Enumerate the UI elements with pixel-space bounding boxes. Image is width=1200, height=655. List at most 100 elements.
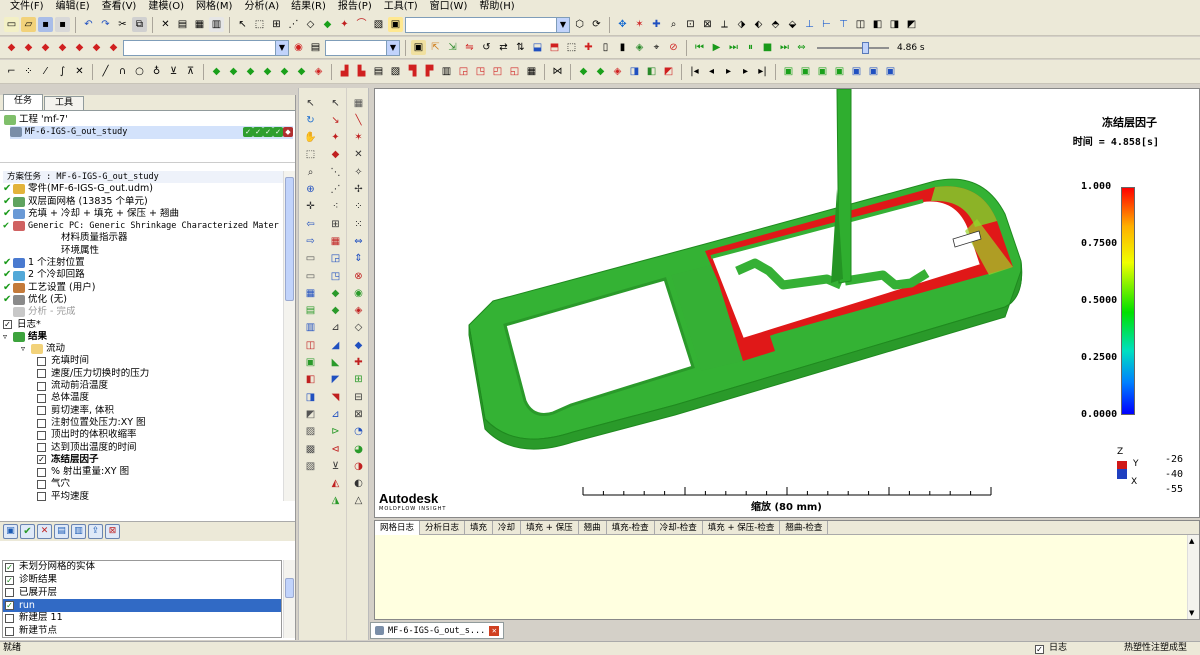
log-checkbox[interactable]: ✓ [3, 320, 12, 330]
result-item[interactable]: 总体温度 [3, 392, 284, 404]
result-item[interactable]: 充填时间 [3, 355, 284, 367]
task-analysis-sequence[interactable]: ✔ 充填 + 冷却 + 填充 + 保压 + 翘曲 [3, 208, 284, 220]
task-tree-scrollbar[interactable] [283, 171, 295, 501]
vtool3-tool-icon[interactable]: ⁘ [351, 200, 366, 215]
menu-window[interactable]: 窗口(W) [424, 0, 474, 14]
clipboard-icon[interactable]: ▥ [209, 17, 224, 32]
filter-combo[interactable]: ▼ [325, 39, 400, 56]
diag-8-icon[interactable]: ◲ [456, 64, 471, 79]
result-checkbox[interactable] [37, 480, 46, 490]
result-checkbox[interactable] [37, 418, 46, 428]
vtool2-tool-icon[interactable]: ◆ [328, 286, 343, 301]
trim-icon[interactable]: ⊼ [183, 64, 198, 79]
log-scrollbar[interactable]: ▲ ▼ [1187, 535, 1199, 619]
vtool2-tool-icon[interactable]: ◆ [328, 148, 343, 163]
vtool3-tool-icon[interactable]: ◈ [351, 304, 366, 319]
result-item[interactable]: 流动前沿温度 [3, 380, 284, 392]
red-tool-icon[interactable]: ✦ [337, 17, 352, 32]
edit-property-icon[interactable]: ▤ [308, 40, 323, 55]
menu-report[interactable]: 报告(P) [332, 0, 378, 14]
rotate-icon[interactable]: ✥ [615, 17, 630, 32]
flow-folder-row[interactable]: ▿ 流动 [3, 343, 284, 355]
layer-scroll-thumb[interactable] [285, 578, 294, 598]
vtool2-tool-icon[interactable]: ✦ [328, 131, 343, 146]
vtool3-tool-icon[interactable]: ◕ [351, 442, 366, 457]
diag-4-icon[interactable]: ▧ [388, 64, 403, 79]
vtool1-tool-icon[interactable]: ▩ [303, 442, 318, 457]
vtool1-tool-icon[interactable]: ▣ [303, 356, 318, 371]
results-row[interactable]: ▿ 结果 [3, 331, 284, 343]
view-back-icon[interactable]: ◧ [870, 17, 885, 32]
vtool1-tool-icon[interactable]: ◧ [303, 373, 318, 388]
vtool1-tool-icon[interactable]: ▤ [303, 304, 318, 319]
diag-3-icon[interactable]: ▤ [371, 64, 386, 79]
anim-loop-icon[interactable]: ⇔ [794, 40, 809, 55]
diag-2-icon[interactable]: ▙ [354, 64, 369, 79]
vtool1-tool-icon[interactable]: ⬚ [303, 148, 318, 163]
vtool1-tool-icon[interactable]: ◨ [303, 390, 318, 405]
vtool1-tool-icon[interactable]: ↻ [303, 113, 318, 128]
close-tab-icon[interactable]: ✕ [489, 625, 500, 636]
spline-icon[interactable]: ∫ [55, 64, 70, 79]
diag-7-icon[interactable]: ▥ [439, 64, 454, 79]
result-checkbox[interactable] [37, 381, 46, 391]
highlight-icon[interactable]: ▣ [388, 17, 403, 32]
layer-visibility-checkbox[interactable]: ✓ [5, 601, 14, 611]
diag-11-icon[interactable]: ◱ [507, 64, 522, 79]
zoom-icon[interactable]: ⌕ [666, 17, 681, 32]
menu-results[interactable]: 结果(R) [285, 0, 332, 14]
anim-end-icon[interactable]: ⏭ [777, 40, 792, 55]
arc-icon[interactable]: ∩ [115, 64, 130, 79]
task-tree-scroll-thumb[interactable] [285, 177, 294, 301]
project-row[interactable]: 工程 'mf-7' [4, 114, 293, 126]
task-mesh[interactable]: ✔ 双层面网格 (13835 个单元) [3, 196, 284, 208]
result-item[interactable]: 气穴 [3, 478, 284, 490]
vtool1-tool-icon[interactable]: ↖ [303, 96, 318, 111]
refresh-icon[interactable]: ⟳ [589, 17, 604, 32]
layer-list-scrollbar[interactable] [283, 560, 295, 638]
anim-pause-icon[interactable]: ⏸ [743, 40, 758, 55]
task-optimize[interactable]: ✔ 优化 (无) [3, 294, 284, 306]
select-element-icon[interactable]: ◇ [303, 17, 318, 32]
vtool2-tool-icon[interactable]: ◥ [328, 390, 343, 405]
delete-layer-icon[interactable]: ✕ [37, 524, 52, 539]
menu-analysis[interactable]: 分析(A) [238, 0, 285, 14]
layer-combo[interactable]: ▼ [405, 16, 570, 33]
vtool3-tool-icon[interactable]: ⊞ [351, 373, 366, 388]
mesh-fix-icon[interactable]: ◈ [311, 64, 326, 79]
menu-tools[interactable]: 工具(T) [378, 0, 424, 14]
vtool1-tool-icon[interactable]: ▦ [303, 286, 318, 301]
anim-next-icon[interactable]: ⏭ [726, 40, 741, 55]
mesh-node-2-icon[interactable]: ◆ [226, 64, 241, 79]
create-curve-icon[interactable]: ◆ [21, 40, 36, 55]
layer-manager-icon[interactable]: ◈ [632, 40, 647, 55]
result-checkbox[interactable] [37, 357, 46, 367]
vtool1-tool-icon[interactable]: ▥ [303, 321, 318, 336]
vtool3-tool-icon[interactable]: ╲ [351, 113, 366, 128]
assign-property-icon[interactable]: ◉ [291, 40, 306, 55]
result-checkbox[interactable]: ✓ [37, 455, 46, 465]
log-tab[interactable]: 填充 [465, 521, 494, 535]
result-3-icon[interactable]: ◈ [610, 64, 625, 79]
vtool2-tool-icon[interactable]: ⊻ [328, 459, 343, 474]
vtool2-tool-icon[interactable]: ⊿ [328, 407, 343, 422]
vtool1-tool-icon[interactable]: ▭ [303, 269, 318, 284]
result-item[interactable]: 剪切速率, 体积 [3, 405, 284, 417]
property-combo[interactable]: ▼ [123, 39, 289, 56]
result-checkbox[interactable] [37, 393, 46, 403]
redo-icon[interactable]: ↷ [98, 17, 113, 32]
vtool3-tool-icon[interactable]: ✧ [351, 165, 366, 180]
vtool3-tool-icon[interactable]: ◆ [351, 338, 366, 353]
task-injection[interactable]: ✔ 1 个注射位置 [3, 257, 284, 269]
result-2-icon[interactable]: ◆ [593, 64, 608, 79]
anim-start-icon[interactable]: ⏮ [692, 40, 707, 55]
result-checkbox[interactable] [37, 443, 46, 453]
vtool1-tool-icon[interactable]: ◩ [303, 407, 318, 422]
menu-mesh[interactable]: 网格(M) [190, 0, 238, 14]
anim-stop-icon[interactable]: ■ [760, 40, 775, 55]
log-tab[interactable]: 填充 + 保压-检查 [703, 521, 781, 535]
layer-visibility-checkbox[interactable] [5, 588, 14, 598]
vtool1-tool-icon[interactable]: ⌕ [303, 165, 318, 180]
result-1-icon[interactable]: ◆ [576, 64, 591, 79]
layer-row[interactable]: ✓ 诊断结果 [3, 574, 281, 587]
